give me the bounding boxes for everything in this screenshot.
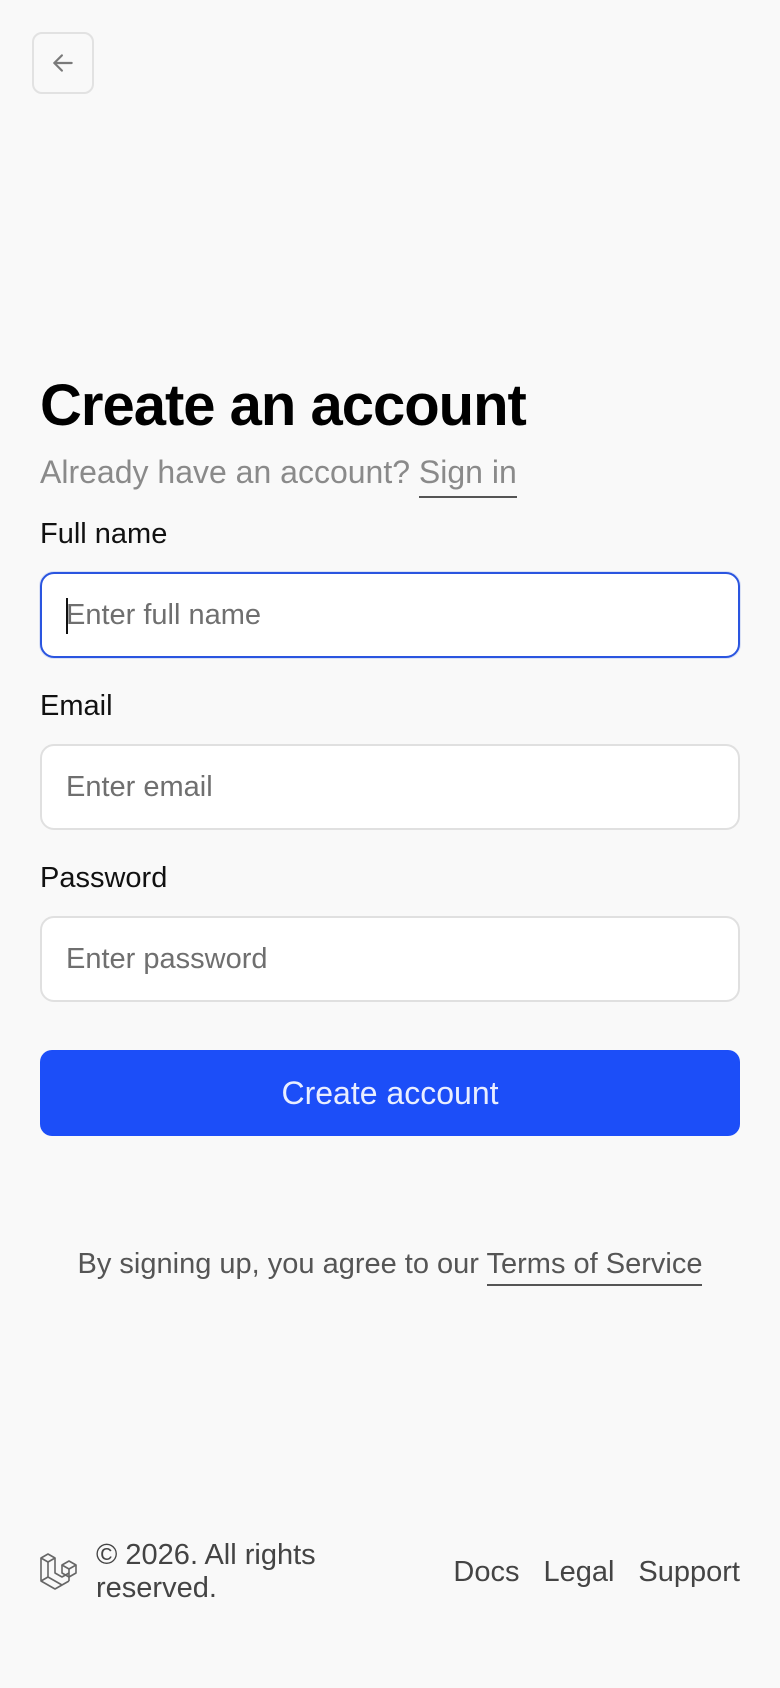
email-input[interactable] [40,744,740,830]
terms-text: By signing up, you agree to our [77,1248,479,1280]
text-caret [66,598,68,634]
full-name-input[interactable] [40,572,740,658]
password-input[interactable] [40,916,740,1002]
terms-notice: By signing up, you agree to our Terms of… [0,1244,780,1286]
full-name-label: Full name [40,518,168,550]
back-button[interactable] [32,32,94,94]
password-label: Password [40,862,168,894]
email-wrapper [40,744,740,830]
email-label: Email [40,690,113,722]
full-name-wrapper [40,572,740,658]
footer-link-support[interactable]: Support [638,1556,740,1589]
password-wrapper [40,916,740,1002]
footer-link-legal[interactable]: Legal [543,1556,614,1589]
footer-link-docs[interactable]: Docs [453,1556,519,1589]
signin-prompt: Already have an account? Sign in [40,450,740,498]
signup-page: Create an account Already have an accoun… [0,0,780,1688]
create-account-button[interactable]: Create account [40,1050,740,1136]
signin-link[interactable]: Sign in [418,454,517,498]
signup-form-container: Create an account Already have an accoun… [40,370,740,1136]
arrow-left-icon [50,50,76,76]
laravel-logo-icon [38,1551,80,1593]
page-title: Create an account [40,373,527,438]
terms-of-service-link[interactable]: Terms of Service [486,1248,703,1286]
footer: © 2026. All rights reserved. Docs Legal … [38,1539,740,1604]
signin-prompt-text: Already have an account? [40,454,411,490]
copyright-text: © 2026. All rights reserved. [96,1539,316,1604]
footer-links: Docs Legal Support [453,1556,740,1589]
